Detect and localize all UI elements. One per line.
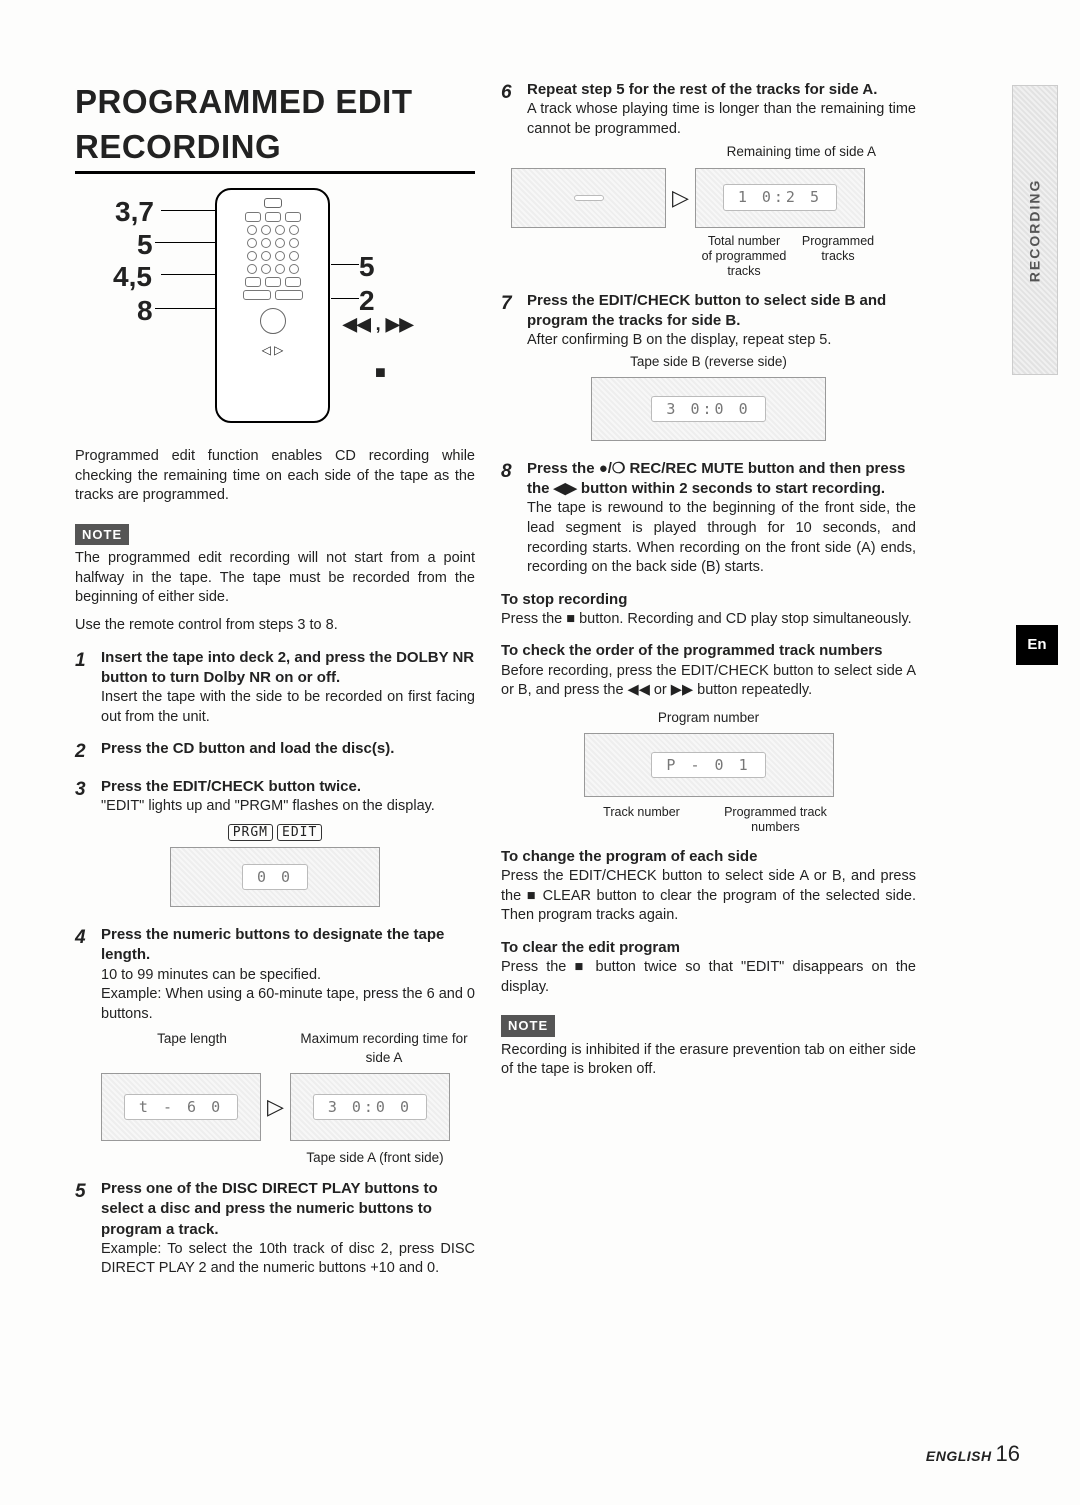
step4-label-left: Tape length — [101, 1030, 283, 1048]
remote-hint: Use the remote control from steps 3 to 8… — [75, 616, 475, 636]
step-3-body: "EDIT" lights up and "PRGM" flashes on t… — [101, 797, 435, 817]
step-2: 2 Press the CD button and load the disc(… — [75, 739, 475, 765]
step-4-body2: Example: When using a 60-minute tape, pr… — [101, 985, 475, 1024]
step-7-body: After confirming B on the display, repea… — [527, 331, 916, 351]
step-7: 7 Press the EDIT/CHECK button to select … — [501, 291, 916, 351]
check-body: Before recording, press the EDIT/CHECK b… — [501, 662, 916, 701]
callout-stop: ■ — [375, 360, 386, 384]
display-step4-right: 3 0:0 0 — [290, 1073, 450, 1141]
note-2-text: Recording is inhibited if the erasure pr… — [501, 1041, 916, 1080]
step-6: 6 Repeat step 5 for the rest of the trac… — [501, 80, 916, 139]
step-7-title: Press the EDIT/CHECK button to select si… — [527, 291, 916, 332]
note-badge-1: NOTE — [75, 524, 129, 546]
remote-outline: ◁ ▷ — [215, 188, 330, 423]
display-check: P - 0 1 — [584, 733, 834, 797]
side-tab-recording: RECORDING — [1012, 85, 1058, 375]
clear-body: Press the ■ button twice so that "EDIT" … — [501, 958, 916, 997]
step-4-title: Press the numeric buttons to designate t… — [101, 925, 475, 966]
step-1: 1 Insert the tape into deck 2, and press… — [75, 648, 475, 728]
clear-heading: To clear the edit program — [501, 938, 916, 958]
remote-diagram: 3,7 5 4,5 8 5 2 ◀◀ , ▶▶ ■ — [75, 188, 475, 433]
intro-text: Programmed edit function enables CD reco… — [75, 447, 475, 506]
step-5: 5 Press one of the DISC DIRECT PLAY butt… — [75, 1179, 475, 1279]
step6-label-bl: Total number of programmed tracks — [701, 234, 787, 279]
check-label-br: Programmed track numbers — [713, 805, 839, 835]
callout-4-5: 4,5 — [113, 258, 152, 296]
step-1-body: Insert the tape with the side to be reco… — [101, 688, 475, 727]
step-2-title: Press the CD button and load the disc(s)… — [101, 739, 394, 765]
stop-heading: To stop recording — [501, 590, 916, 610]
display-step6-left — [511, 168, 666, 228]
note-1-text: The programmed edit recording will not s… — [75, 549, 475, 608]
display-step6-right: 1 0:2 5 — [695, 168, 865, 228]
change-heading: To change the program of each side — [501, 847, 916, 867]
language-badge: En — [1016, 625, 1058, 665]
step-4-body1: 10 to 99 minutes can be specified. — [101, 966, 475, 986]
check-label-bl: Track number — [579, 805, 705, 835]
prgm-edit-indicator: PRGMEDIT — [75, 823, 475, 842]
step6-label-br: Programmed tracks — [795, 234, 881, 279]
step-6-body: A track whose playing time is longer tha… — [527, 100, 916, 139]
display-step7: 3 0:0 0 — [591, 377, 826, 441]
step-6-title: Repeat step 5 for the rest of the tracks… — [527, 80, 916, 100]
step-4: 4 Press the numeric buttons to designate… — [75, 925, 475, 966]
step7-caption: Tape side B (reverse side) — [501, 353, 916, 371]
display-step4-left: t - 6 0 — [101, 1073, 261, 1141]
callout-8: 8 — [137, 292, 153, 330]
stop-body: Press the ■ button. Recording and CD pla… — [501, 610, 916, 630]
arrow-icon: ▷ — [672, 183, 689, 213]
page-footer: ENGLISH 16 — [926, 1439, 1020, 1469]
note-badge-2: NOTE — [501, 1015, 555, 1037]
change-body: Press the EDIT/CHECK button to select si… — [501, 867, 916, 926]
check-heading: To check the order of the programmed tra… — [501, 641, 916, 661]
callout-rewff: ◀◀ , ▶▶ — [343, 312, 413, 336]
step-3: 3 Press the EDIT/CHECK button twice. "ED… — [75, 777, 475, 817]
step-8-title: Press the ●/❍ REC/REC MUTE button and th… — [527, 459, 916, 500]
arrow-icon: ▷ — [267, 1092, 284, 1122]
step-3-title: Press the EDIT/CHECK button twice. — [101, 777, 435, 797]
check-label-top: Program number — [501, 709, 916, 727]
step-1-title: Insert the tape into deck 2, and press t… — [101, 648, 475, 689]
step-5-title: Press one of the DISC DIRECT PLAY button… — [101, 1179, 475, 1240]
display-step3: 0 0 — [170, 847, 380, 907]
step6-label-top: Remaining time of side A — [501, 143, 876, 161]
step-8: 8 Press the ●/❍ REC/REC MUTE button and … — [501, 459, 916, 578]
step4-label-right: Maximum recording time for side A — [293, 1030, 475, 1066]
callout-5b: 5 — [359, 248, 375, 286]
step4-caption: Tape side A (front side) — [275, 1149, 475, 1167]
step-5-body: Example: To select the 10th track of dis… — [101, 1240, 475, 1279]
page-title: PROGRAMMED EDIT RECORDING — [75, 80, 475, 174]
step-8-body: The tape is rewound to the beginning of … — [527, 499, 916, 577]
